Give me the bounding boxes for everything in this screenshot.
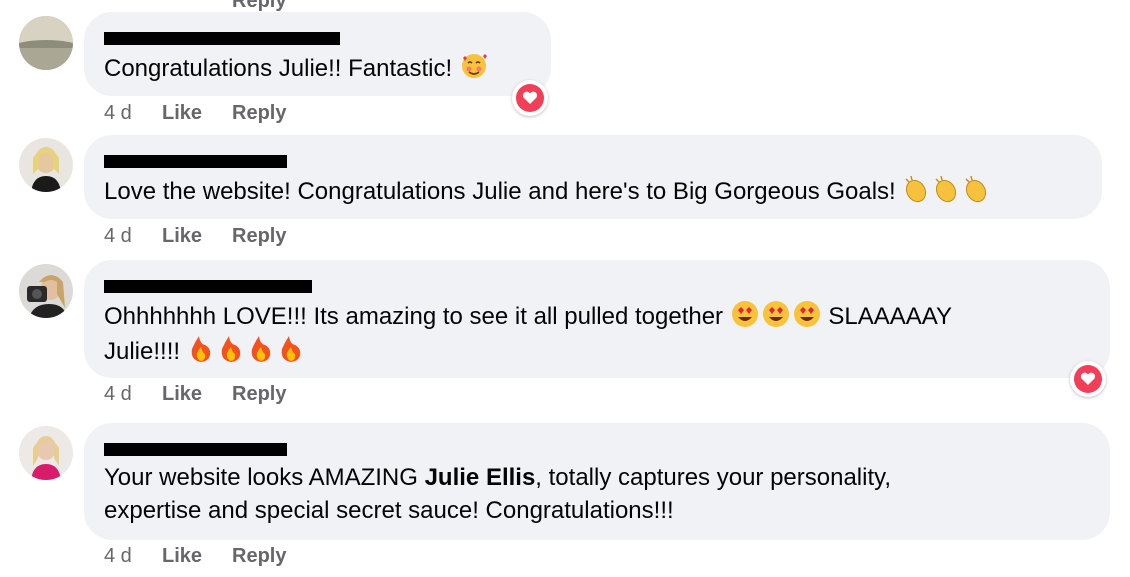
comment-meta: 4 d Like Reply [104,225,286,248]
reply-button[interactable]: Reply [232,225,286,248]
comment-timestamp[interactable]: 4 d [104,383,162,406]
redacted-author-name[interactable] [104,443,287,456]
reply-button[interactable]: Reply [232,545,286,568]
avatar[interactable] [19,16,73,70]
comment-text-content: Ohhhhhhh LOVE!!! Its amazing to see it a… [104,303,724,330]
comment-text-line-2: expertise and special secret sauce! Cong… [104,494,674,528]
comment-meta: 4 d Like Reply [104,383,286,406]
comment-timestamp[interactable]: 4 d [104,225,162,248]
comment-text: Congratulations Julie!! Fantastic! [104,52,489,86]
avatar[interactable] [19,138,73,192]
comment-text-line-1: Your website looks AMAZING Julie Ellis, … [104,461,891,495]
reply-button[interactable]: Reply [232,102,286,125]
comment-text-content: Your website looks AMAZING [104,464,425,491]
redacted-author-name[interactable] [104,155,287,168]
redacted-author-name[interactable] [104,280,312,293]
like-button[interactable]: Like [162,545,232,568]
comment-text-content: SLAAAAAY [828,303,953,330]
comment-meta: 4 d Like Reply [104,102,286,125]
heart-eyes-icon [730,299,822,339]
mention-link[interactable]: Julie Ellis [425,464,536,491]
fire-icon [187,334,307,374]
comment-timestamp[interactable]: 4 d [104,102,162,125]
comment-text-content: , totally captures your personality, [535,464,892,491]
avatar[interactable] [19,426,73,480]
comment-text-content: Julie!!!! [104,338,181,365]
like-button[interactable]: Like [162,225,232,248]
reply-button[interactable]: Reply [232,383,286,406]
comment-text-content: Congratulations Julie!! Fantastic! [104,55,453,82]
smiling-face-with-hearts-icon [459,52,489,80]
like-button[interactable]: Like [162,383,232,406]
comment-meta: 4 d Like Reply [104,545,286,568]
comment-text-content: expertise and special secret sauce! Cong… [104,497,674,524]
redacted-author-name[interactable] [104,32,340,45]
like-button[interactable]: Like [162,102,232,125]
heart-icon [1080,372,1096,385]
clapping-hands-icon [902,174,994,214]
comment-text-line-2: Julie!!!! [104,334,307,374]
comment-text-content: Love the website! Congratulations Julie … [104,178,896,205]
avatar[interactable] [19,264,73,318]
love-reaction-badge[interactable] [1070,361,1106,397]
love-reaction-badge[interactable] [512,80,548,116]
comment-text-line-1: Ohhhhhhh LOVE!!! Its amazing to see it a… [104,299,952,339]
comment-timestamp[interactable]: 4 d [104,545,162,568]
comment-text: Love the website! Congratulations Julie … [104,174,994,214]
heart-icon [522,91,538,104]
